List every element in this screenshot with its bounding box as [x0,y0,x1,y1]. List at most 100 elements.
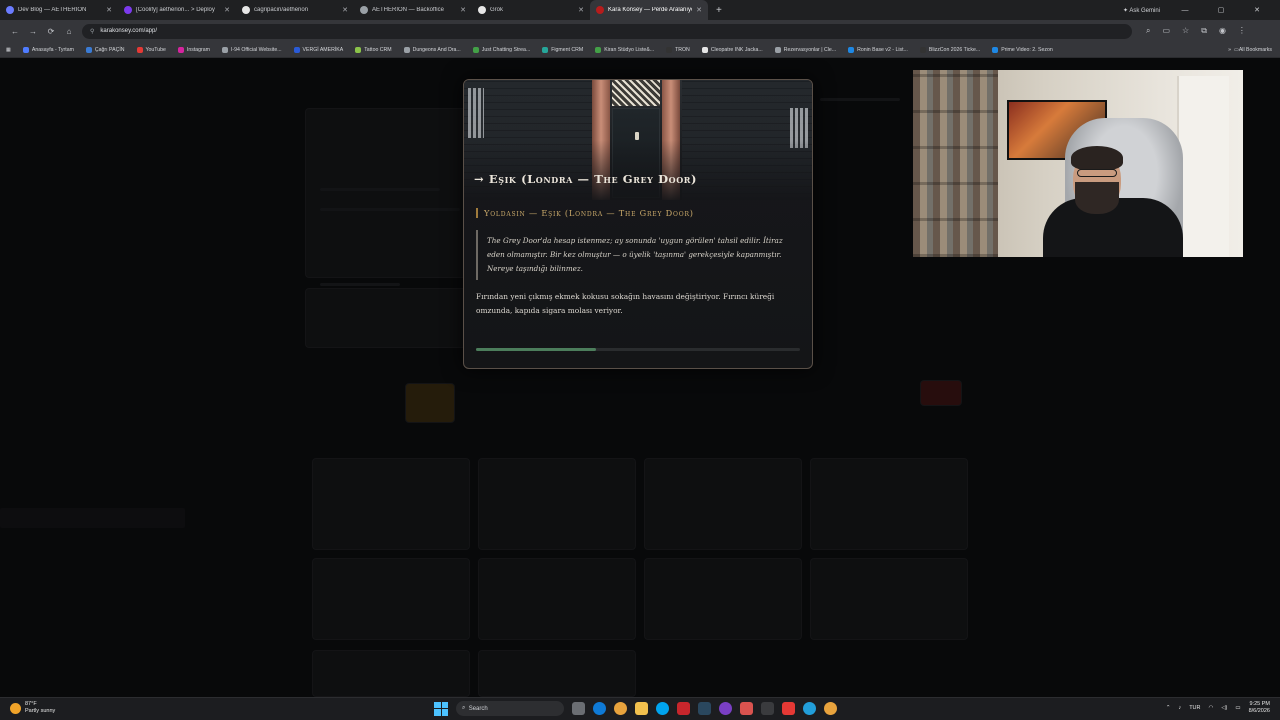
bookmark-favicon-icon [595,46,602,53]
bookmark-favicon-icon [177,46,184,53]
profile-icon[interactable]: ◉ [1219,26,1226,36]
terminal-icon[interactable] [761,702,774,715]
tray-chevron-icon[interactable]: ⌃ [1166,705,1171,711]
address-bar[interactable]: ⚲ karakonsey.com/app/ [82,23,1132,39]
browser-tab[interactable]: Dev Blog — AETHERION ✕ [0,0,118,20]
tab-close-icon[interactable]: ✕ [578,6,584,14]
home-icon[interactable]: ⌂ [60,27,78,36]
file-explorer-icon[interactable] [635,702,648,715]
mic-icon[interactable]: ♪ [1178,705,1181,711]
telegram-icon[interactable] [803,702,816,715]
scene-subtitle: Yoldasın — Eşik (Londra — The Grey Door) [476,208,800,218]
bookmark-favicon-icon [355,46,362,53]
bookmark-favicon-icon [919,46,926,53]
taskbar-search[interactable]: ⌕ Search [456,701,564,716]
extensions-icon[interactable]: ⧉ [1201,26,1207,36]
bookmark-item[interactable]: Çağrı PAÇİN [85,46,125,53]
chrome-alt-icon[interactable] [824,702,837,715]
maximize-button[interactable]: ▢ [1210,6,1232,14]
zoom-icon[interactable]: ⌕ [1146,26,1150,36]
browser-tab[interactable]: cagripacin/aetherion ✕ [236,0,354,20]
bookmark-item[interactable]: Dungeons And Dra... [403,46,461,53]
app-star-icon[interactable] [740,702,753,715]
apps-icon[interactable]: ▦ [6,47,11,53]
bookmark-item[interactable]: Figment CRM [542,46,584,53]
clock[interactable]: 9:25 PM 8/6/2026 [1249,701,1270,715]
tab-close-icon[interactable]: ✕ [224,6,230,14]
bookmark-favicon-icon [848,46,855,53]
bookmark-label: Anasayfa - Tyrtam [31,46,74,53]
battery-icon[interactable]: ▭ [1235,705,1240,711]
app-purple-icon[interactable] [719,702,732,715]
browser-tab[interactable]: Kara Konsey — Perde Aralanıyor ✕ [590,0,708,20]
bookmarks-bar: ▦ Anasayfa - Tyrtam Çağrı PAÇİN YouTube Ins… [0,42,1280,58]
bookmark-star-icon[interactable]: ☆ [1182,26,1189,36]
bookmark-label: Just Chatting Strea... [481,46,531,53]
tab-title: [Coolify] aetherion... > Deploy [136,7,215,13]
tab-close-icon[interactable]: ✕ [460,6,466,14]
tab-favicon-icon [124,6,132,14]
bookmark-item[interactable]: Prime Video: 2. Sezon [992,46,1053,53]
bookmark-label: Ronin Base v2 - List... [857,46,908,53]
all-bookmarks-button[interactable]: » ▭ All Bookmarks [1228,42,1272,57]
bookmark-label: Cleopatre INK Jacka... [710,46,763,53]
bookmark-item[interactable]: Rezervasyonlar | Cle... [774,46,836,53]
tab-favicon-icon [6,6,14,14]
window-controls-area: ✦ Ask Gemini — ▢ ✕ [1123,0,1280,20]
steam-icon[interactable] [698,702,711,715]
bookmark-item[interactable]: VERGİ AMERİKA [293,46,343,53]
network-icon[interactable]: ◠ [1209,705,1214,711]
app-red-icon[interactable] [677,702,690,715]
skype-icon[interactable] [656,702,669,715]
scene-title: → Eşik (Londra — The Grey Door) [474,172,698,186]
weather-widget[interactable]: 87°F Partly sunny [10,701,55,715]
bookmark-favicon-icon [542,46,549,53]
bookmark-label: Figment CRM [551,46,584,53]
browser-tab[interactable]: [Coolify] aetherion... > Deploy ✕ [118,0,236,20]
new-tab-button[interactable]: + [716,5,722,16]
weather-temp: 87°F [25,701,37,707]
bookmark-item[interactable]: Tattoo CRM [355,46,392,53]
scene-modal: → Eşik (Londra — The Grey Door) Yoldasın… [463,79,813,369]
edge-icon[interactable] [593,702,606,715]
forward-icon[interactable]: → [24,27,42,36]
browser-tab[interactable]: AETHERION — Backoffice ✕ [354,0,472,20]
bookmark-item[interactable]: Instagram [177,46,210,53]
app-recorder-icon[interactable] [782,702,795,715]
minimize-button[interactable]: — [1174,7,1196,14]
bookmark-item[interactable]: BlizzCon 2026 Ticke... [919,46,980,53]
chrome-icon[interactable] [614,702,627,715]
close-window-button[interactable]: ✕ [1246,6,1268,14]
bookmark-item[interactable]: Anasayfa - Tyrtam [22,46,74,53]
bookmark-item[interactable]: Kiran Stüdyo Liste&... [595,46,654,53]
site-info-icon[interactable]: ⚲ [90,28,94,35]
tab-favicon-icon [596,6,604,14]
language-indicator[interactable]: TUR [1189,705,1200,711]
menu-icon[interactable]: ⋮ [1238,26,1246,36]
ask-gemini-button[interactable]: ✦ Ask Gemini [1123,7,1160,14]
cast-icon[interactable]: ▭ [1162,26,1170,36]
streamer-beard [1075,182,1119,214]
bookmark-favicon-icon [22,46,29,53]
tab-favicon-icon [478,6,486,14]
windows-start-icon[interactable] [434,701,448,716]
bookmark-item[interactable]: I-94 Official Website... [221,46,282,53]
bookmark-item[interactable]: Ronin Base v2 - List... [848,46,908,53]
tab-close-icon[interactable]: ✕ [342,6,348,14]
weather-desc: Partly sunny [25,708,56,714]
bookmark-item[interactable]: YouTube [136,46,166,53]
bookmark-item[interactable]: Just Chatting Strea... [472,46,531,53]
scene-hero-image: → Eşik (Londra — The Grey Door) [464,80,812,200]
bookmark-item[interactable]: Cleopatre INK Jacka... [701,46,763,53]
back-icon[interactable]: ← [6,27,24,36]
volume-icon[interactable]: ◁) [1221,705,1227,711]
reload-icon[interactable]: ⟳ [42,27,60,36]
tab-close-icon[interactable]: ✕ [696,6,702,14]
tab-close-icon[interactable]: ✕ [106,6,112,14]
browser-tab[interactable]: Grok ✕ [472,0,590,20]
task-view-icon[interactable] [572,702,585,715]
system-tray: ⌃ ♪ TUR ◠ ◁) ▭ 9:25 PM 8/6/2026 [1166,701,1270,715]
all-bookmarks-label: All Bookmarks [1238,47,1272,53]
clock-date: 8/6/2026 [1248,708,1270,714]
bookmark-item[interactable]: TRON [666,46,690,53]
